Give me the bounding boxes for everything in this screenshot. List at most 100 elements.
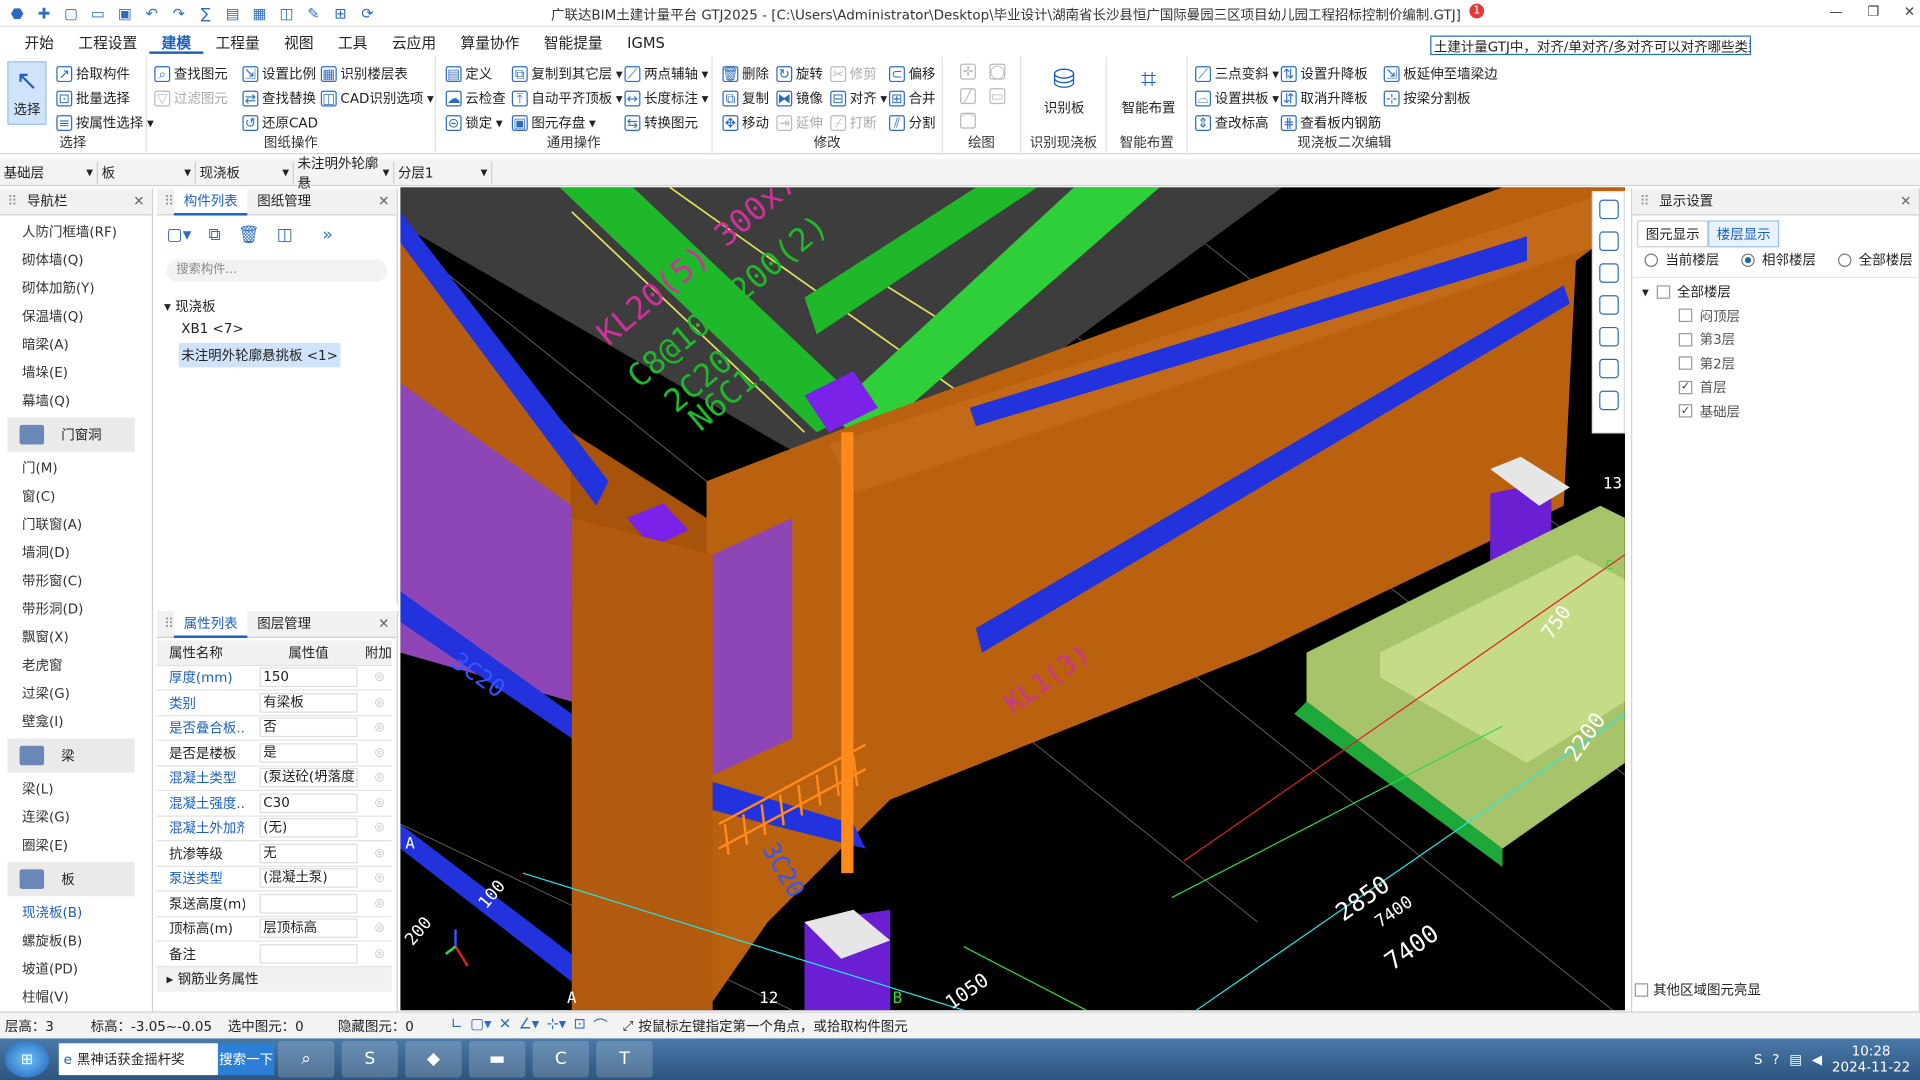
dynamic-input-icon[interactable]: ⊹▾ <box>546 1015 566 1036</box>
nav-group-doors[interactable]: 门窗洞 <box>7 417 135 452</box>
nav-item[interactable]: 飘窗(X) <box>0 623 144 651</box>
check-elevation-button[interactable]: ⇕ 查改标高 <box>1195 113 1269 133</box>
attach-icon[interactable]: ◎ <box>375 872 385 884</box>
move-button[interactable]: ✥ 移动 <box>722 113 769 133</box>
menu-igms[interactable]: IGMS <box>615 32 677 54</box>
property-row[interactable]: 类别 有梁板 ◎ <box>156 691 392 716</box>
component-item[interactable]: XB1 <7> <box>181 321 243 337</box>
attach-icon[interactable]: ◎ <box>375 797 385 809</box>
angle-icon[interactable]: ∠▾ <box>519 1015 540 1036</box>
help-search-input[interactable]: 土建计量GTJ中，对齐/单对齐/多对齐可以对齐哪些类型 <box>1430 35 1752 56</box>
property-value[interactable]: 无 <box>259 843 358 863</box>
nav-group-slab[interactable]: 板 <box>7 862 135 897</box>
split-button[interactable]: ⫽ 分割 <box>888 113 936 133</box>
menu-collab[interactable]: 算量协作 <box>448 32 531 54</box>
close-icon[interactable]: ✕ <box>133 193 144 209</box>
save-element-button[interactable]: ▣ 图元存盘 ▾ <box>511 113 596 133</box>
close-button[interactable]: ✕ <box>1904 4 1915 20</box>
nav-item[interactable]: 连梁(G) <box>0 803 144 831</box>
sublayer-select[interactable]: 分层1 ▾ <box>394 161 493 184</box>
sogou-icon[interactable]: S <box>341 1040 398 1078</box>
menu-cloud[interactable]: 云应用 <box>380 32 449 54</box>
iso-view-icon[interactable] <box>1598 295 1619 315</box>
property-row[interactable]: 泵送类型 (混凝土泵) ◎ <box>156 866 392 892</box>
list-icon[interactable] <box>1598 390 1619 411</box>
nav-item[interactable]: 圈梁(E) <box>0 831 144 859</box>
draw-point-button[interactable]: ✛ <box>960 63 976 80</box>
pick-component-button[interactable]: ↗ 拾取构件 <box>56 64 130 84</box>
filter-element-button[interactable]: ▽ 过滤图元 <box>154 88 228 108</box>
rebar-attrs-group[interactable]: ▸ 钢筋业务属性 <box>156 966 392 992</box>
nav-item[interactable]: 坡道(PD) <box>0 955 144 983</box>
close-icon[interactable]: ✕ <box>378 616 389 632</box>
draw-arc-button[interactable]: ⌒ <box>960 112 976 129</box>
delete-component-icon[interactable]: 🗑 <box>238 225 260 245</box>
nav-item[interactable]: 暗梁(A) <box>0 331 144 359</box>
attach-icon[interactable]: ◎ <box>375 947 385 959</box>
osnap-icon[interactable]: ⊡ <box>574 1015 586 1036</box>
clock-time[interactable]: 10:28 <box>1832 1043 1910 1059</box>
3d-viewport[interactable]: KL20(5) 300x700 C8@100/200(2) 2C20 N6C12… <box>400 187 1625 1011</box>
batch-select-button[interactable]: ⊡ 批量选择 <box>56 88 130 108</box>
layer-icon[interactable]: ◫ <box>277 3 297 23</box>
nav-item[interactable]: 墙洞(D) <box>0 539 144 567</box>
network-icon[interactable]: ▤ <box>1789 1051 1802 1067</box>
nav-item[interactable]: 砌体墙(Q) <box>0 246 144 274</box>
checkbox-icon[interactable] <box>1678 308 1693 323</box>
tab-element-display[interactable]: 图元显示 <box>1637 220 1709 248</box>
property-row[interactable]: 厚度(mm) 150 ◎ <box>156 666 392 691</box>
property-value[interactable]: 否 <box>259 717 358 738</box>
set-scale-button[interactable]: ⇲ 设置比例 <box>242 64 316 84</box>
select-by-attr-button[interactable]: ≡ 按属性选择 ▾ <box>56 113 154 133</box>
close-icon[interactable]: ✕ <box>378 193 389 209</box>
cross-icon[interactable]: ✕ <box>499 1015 511 1036</box>
ortho-icon[interactable]: ∟ <box>451 1015 463 1036</box>
property-value[interactable] <box>259 893 358 914</box>
convert-element-button[interactable]: ⇆ 转换图元 <box>624 113 698 133</box>
cad-app-icon[interactable]: C <box>532 1040 589 1078</box>
menu-start[interactable]: 开始 <box>12 32 66 54</box>
dynamic-observe-icon[interactable] <box>1598 199 1619 220</box>
cad-options-button[interactable]: ◫ CAD识别选项 ▾ <box>320 88 434 108</box>
select-button[interactable]: ↖ 选择 <box>7 61 47 125</box>
property-row[interactable]: 是否叠合板... 否 ◎ <box>156 716 392 741</box>
model-view[interactable]: KL20(5) 300x700 C8@100/200(2) 2C20 N6C12… <box>400 187 1625 1011</box>
app-icon[interactable]: ◆ <box>405 1040 462 1078</box>
curve-icon[interactable]: ⌒ <box>593 1015 608 1036</box>
offset-button[interactable]: ⊂ 偏移 <box>888 64 936 84</box>
mirror-button[interactable]: ⧓ 镜像 <box>776 88 823 108</box>
checkbox-icon[interactable]: ✓ <box>1678 404 1693 418</box>
radio-all-floors[interactable]: 全部楼层 <box>1837 250 1913 270</box>
more-icon[interactable]: » <box>322 225 333 245</box>
property-row[interactable]: 顶标高(m) 层顶标高 ◎ <box>156 917 392 942</box>
all-floors-checkbox[interactable]: ▾ 全部楼层 <box>1642 282 1731 302</box>
open-folder-icon[interactable]: ▭ <box>88 3 108 23</box>
trim-button[interactable]: ✂ 修剪 <box>830 64 877 84</box>
menu-smart[interactable]: 智能提量 <box>532 32 615 54</box>
draw-line-button[interactable]: ╱ <box>960 88 976 105</box>
attach-icon[interactable]: ◎ <box>375 922 385 934</box>
attach-icon[interactable]: ◎ <box>375 722 385 734</box>
menu-modeling[interactable]: 建模 <box>149 32 204 54</box>
taskbar-search-button[interactable]: 搜索一下 <box>217 1043 275 1076</box>
attach-icon[interactable]: ◎ <box>375 897 385 909</box>
restore-cad-button[interactable]: ↺ 还原CAD <box>242 113 318 133</box>
tab-floor-display[interactable]: 楼层显示 <box>1708 220 1780 248</box>
three-point-slope-button[interactable]: ⟋ 三点变斜 ▾ <box>1195 64 1279 84</box>
identify-floor-table-button[interactable]: ▦ 识别楼层表 <box>320 64 408 84</box>
calc-icon[interactable]: ∑ <box>196 3 216 23</box>
floor-checkbox[interactable]: 第3层 <box>1632 328 1919 352</box>
tray-icon[interactable]: S <box>1754 1051 1763 1067</box>
copy-to-layer-button[interactable]: ⧉ 复制到其它层 ▾ <box>511 64 623 84</box>
tab-drawing-management[interactable]: 图纸管理 <box>247 188 320 215</box>
attach-icon[interactable]: ◎ <box>375 772 385 784</box>
notification-badge[interactable]: 1 <box>1469 3 1485 19</box>
sync-icon[interactable]: ⟳ <box>358 3 378 23</box>
new-file-icon[interactable]: ▢ <box>61 3 81 23</box>
property-value[interactable]: (无) <box>259 818 358 838</box>
property-row[interactable]: 混凝土强度... C30 ◎ <box>156 791 392 817</box>
floor-select[interactable]: 基础层 ▾ <box>0 161 98 184</box>
find-replace-button[interactable]: ⇄ 查找替换 <box>242 88 316 108</box>
component-item-selected[interactable]: 未注明外轮廓悬挑板 <1> <box>178 342 341 368</box>
rotate-button[interactable]: ↻ 旋转 <box>776 64 823 84</box>
